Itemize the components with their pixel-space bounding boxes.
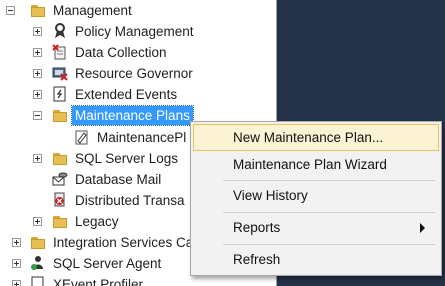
tree-node-label: SQL Server Logs [75,151,179,166]
tree-node-resource-governor[interactable]: Resource Governor [0,63,277,84]
maintenance-plan-icon [74,129,90,145]
menu-separator [223,180,435,181]
menu-item-new-maintenance-plan[interactable]: New Maintenance Plan... [193,124,439,151]
folder-icon [30,234,46,250]
tree-node-label: Data Collection [75,45,167,60]
policy-icon [52,23,68,39]
distributed-transaction-icon [52,192,68,208]
expand-icon[interactable] [33,69,42,78]
menu-item-view-history[interactable]: View History [193,182,439,209]
data-collection-icon [52,44,68,60]
tree-node-label: MaintenancePl [97,130,187,145]
menu-item-maintenance-plan-wizard[interactable]: Maintenance Plan Wizard [193,151,439,178]
collapse-icon[interactable] [33,111,42,120]
expand-icon[interactable] [33,90,42,99]
menu-separator [223,244,435,245]
folder-icon [52,107,68,123]
folder-icon [52,150,68,166]
expand-icon[interactable] [33,217,42,226]
submenu-arrow-icon [420,223,425,233]
expand-icon[interactable] [33,154,42,163]
menu-item-reports[interactable]: Reports [193,214,439,241]
tree-node-label: Management [53,3,132,18]
expand-icon[interactable] [33,48,42,57]
expand-icon[interactable] [12,259,21,268]
menu-item-refresh[interactable]: Refresh [193,246,439,273]
menu-item-label: Maintenance Plan Wizard [233,157,387,172]
tree-node-label-selected: Maintenance Plans [71,105,194,126]
tree-node-policy-management[interactable]: Policy Management [0,21,277,42]
tree-node-label: Extended Events [75,87,178,102]
expand-icon[interactable] [33,27,42,36]
expand-icon[interactable] [12,238,21,247]
tree-node-label: Database Mail [75,172,162,187]
collapse-icon[interactable] [6,6,15,15]
database-mail-icon [52,171,68,187]
menu-item-label: New Maintenance Plan... [233,130,384,145]
tree-node-label: Policy Management [75,24,194,39]
folder-icon [30,2,46,18]
tree-node-label: Legacy [75,214,119,229]
menu-item-label: Reports [233,220,281,235]
context-menu: New Maintenance Plan... Maintenance Plan… [190,121,442,276]
tree-node-label: Integration Services Ca [53,235,194,250]
tree-node-extended-events[interactable]: Extended Events [0,84,277,105]
menu-separator [223,212,435,213]
menu-item-label: View History [233,188,308,203]
tree-node-label: Distributed Transa [75,193,185,208]
menu-item-label: Refresh [233,252,281,267]
tree-node-label: Resource Governor [75,66,193,81]
tree-node-label: XEvent Profiler [53,277,144,286]
extended-events-icon [52,86,68,102]
extended-events-icon [30,276,46,286]
expand-icon[interactable] [12,280,21,286]
tree-node-data-collection[interactable]: Data Collection [0,42,277,63]
folder-icon [52,213,68,229]
tree-node-management[interactable]: Management [0,0,277,21]
tree-node-label: SQL Server Agent [53,256,162,271]
resource-governor-icon [52,65,68,81]
sql-agent-icon [30,255,46,271]
